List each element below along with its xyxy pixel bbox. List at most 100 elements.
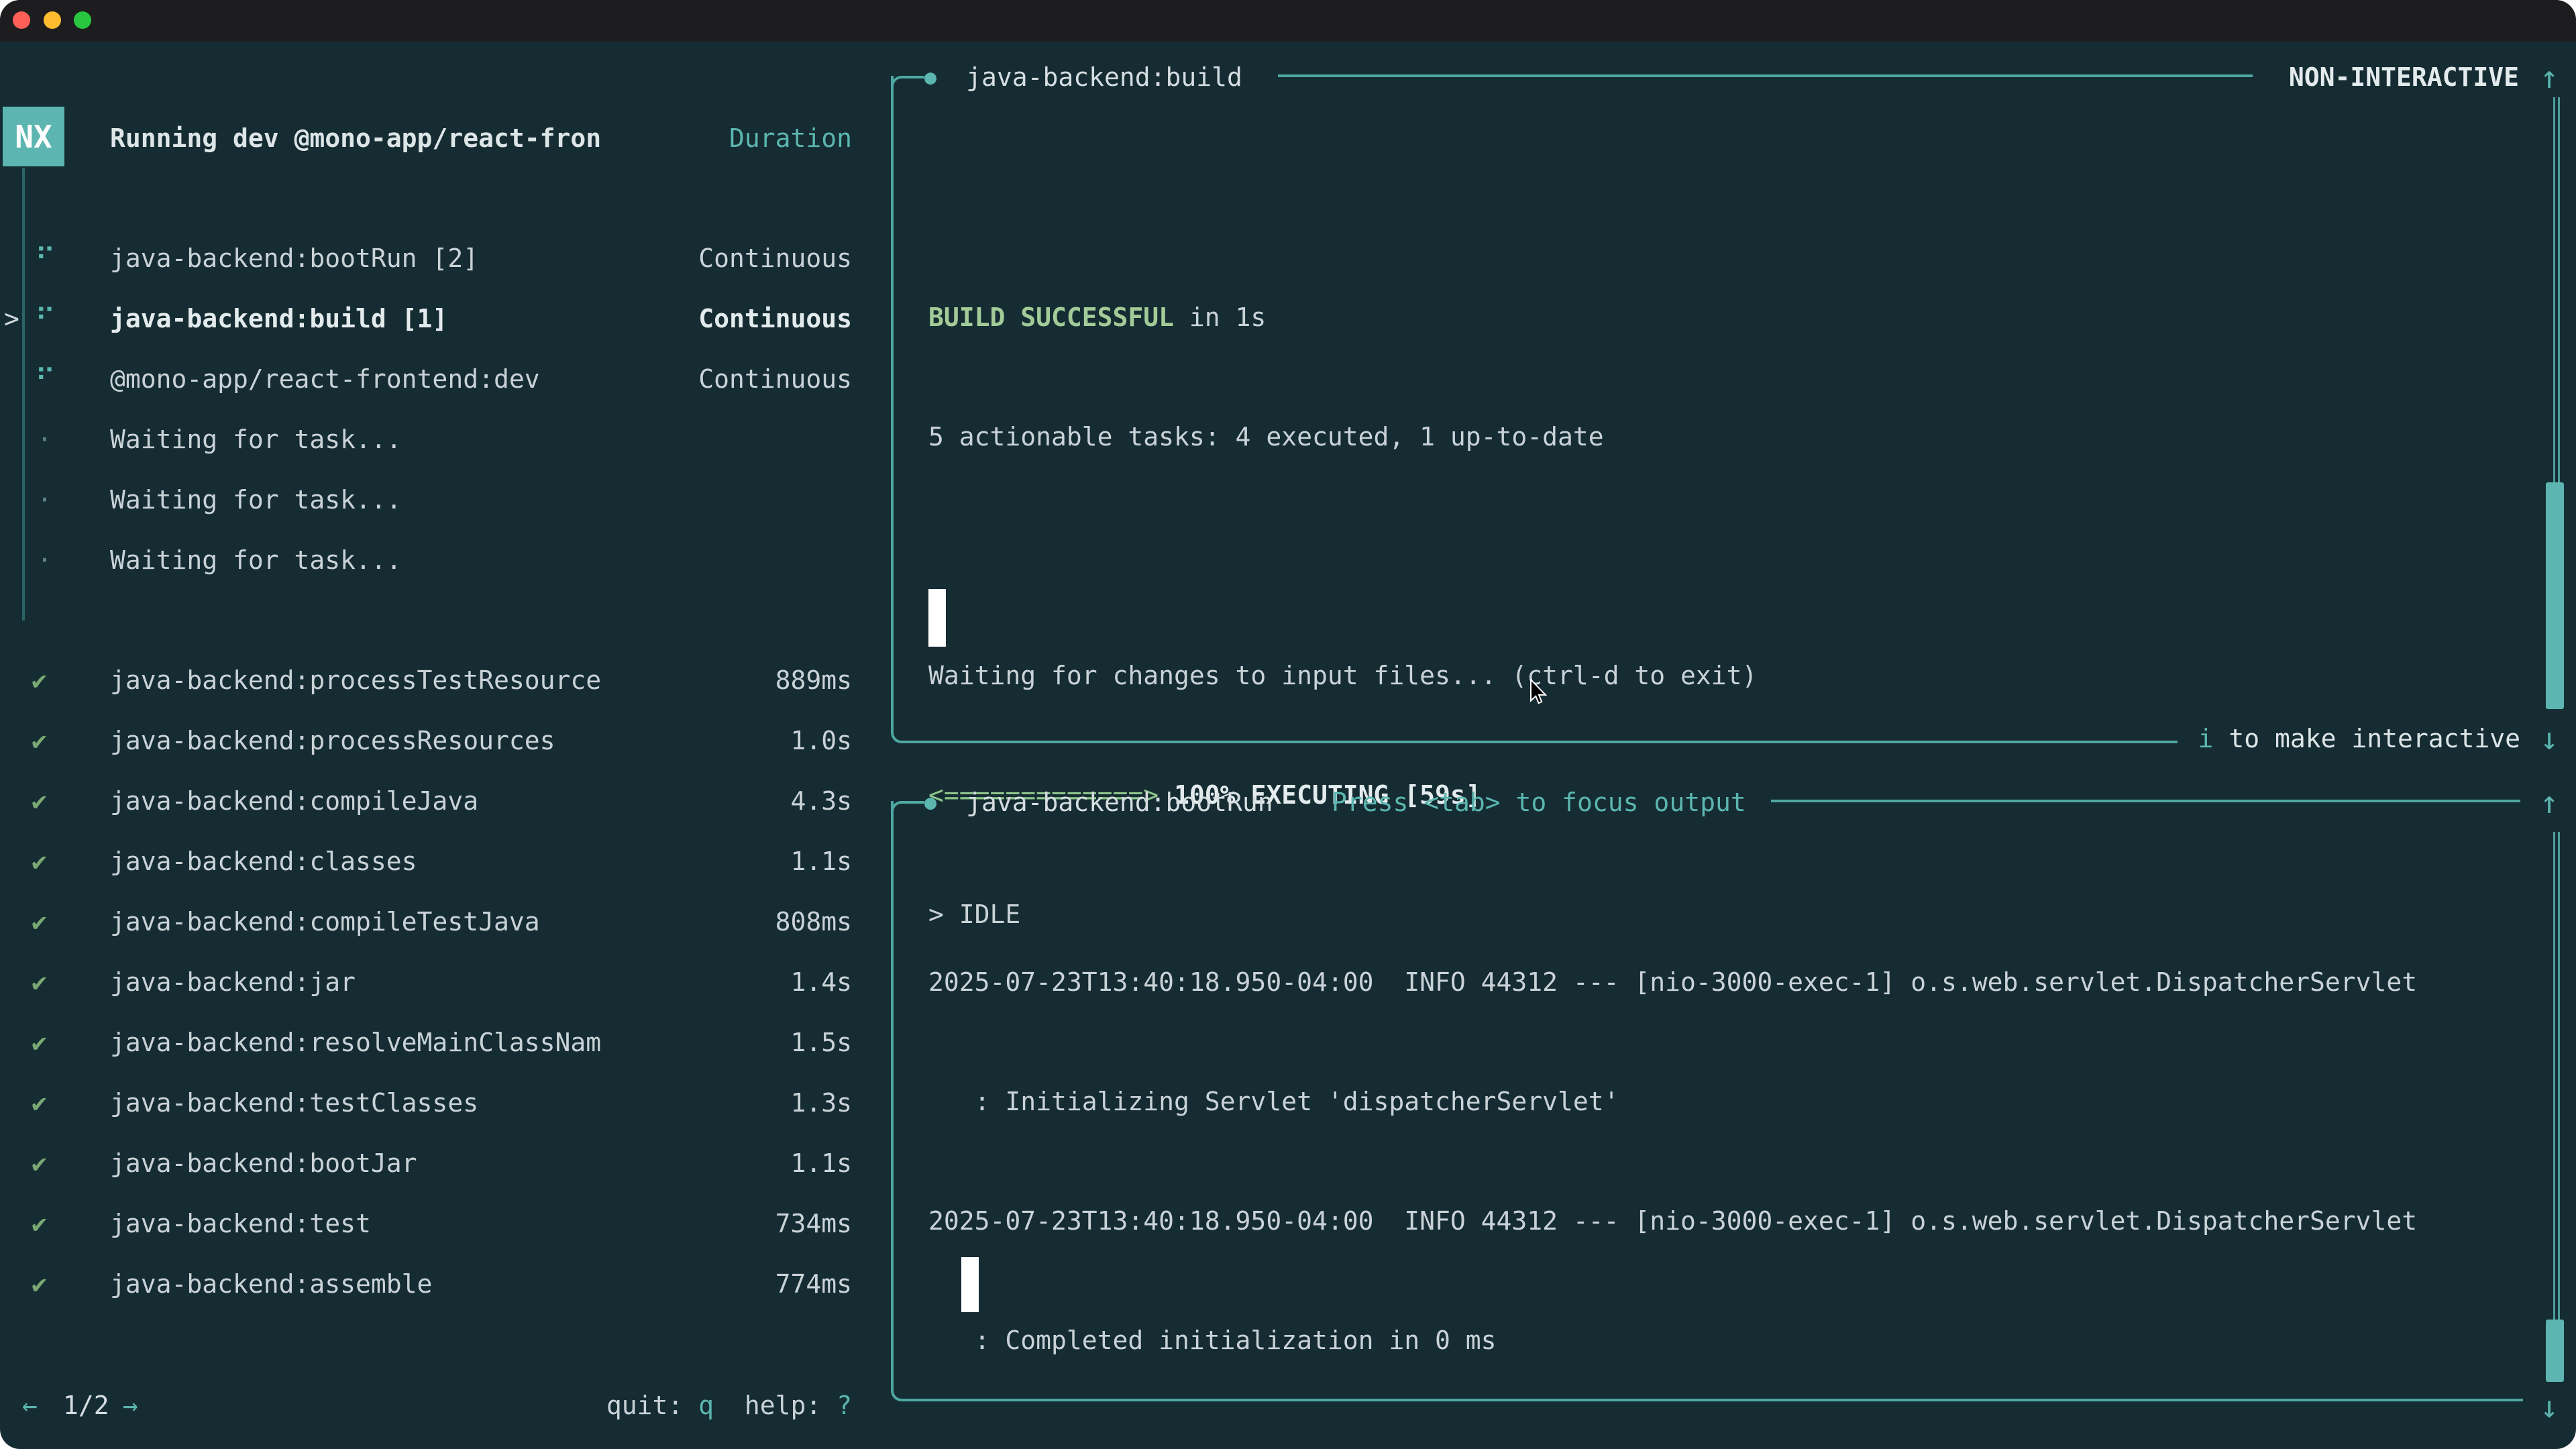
scrollbar-thumb[interactable] [2546,482,2564,709]
selection-caret-icon: > [4,304,19,333]
task-row[interactable]: ✔ java-backend:jar 1.4s [0,952,872,1012]
spinner-icon: ⠋ [35,363,56,396]
task-row[interactable]: ✔ java-backend:compileTestJava 808ms [0,892,872,952]
tasks-summary-text: 5 actionable tasks: 4 executed, 1 up-to-… [928,422,1604,451]
task-name: java-backend:compileTestJava [110,907,540,936]
progress-bar: ========== [975,1445,1128,1449]
waiting-dot-icon: · [37,425,52,454]
quit-key[interactable]: q [698,1391,714,1420]
build-panel-title: java-backend:build [966,62,1242,92]
blank-line [928,526,1757,586]
task-row[interactable]: ✔ java-backend:classes 1.1s [0,831,872,892]
task-row[interactable]: ✔ java-backend:testClasses 1.3s [0,1073,872,1133]
page-prev-icon[interactable]: ← [22,1375,38,1436]
task-row[interactable]: ✔ java-backend:assemble 774ms [0,1254,872,1314]
task-duration: 1.5s [790,1028,852,1057]
waiting-text: Waiting for changes to input files... (c… [928,661,1757,690]
task-name: java-backend:classes [110,847,417,876]
scroll-down-icon[interactable]: ↓ [2540,1377,2559,1437]
task-row[interactable]: ✔ java-backend:test 734ms [0,1193,872,1254]
bootrun-progress-line: <<<==========---> 80% EXECUTING [59s] [928,1430,2417,1449]
task-name: java-backend:resolveMainClassNam [110,1028,601,1057]
help-label: help: [745,1391,837,1420]
terminal-cursor [961,1257,979,1312]
page-indicator: 1/2 [63,1375,109,1436]
task-name: Waiting for task... [110,545,402,575]
log-line: 2025-07-23T13:40:18.950-04:00 INFO 44312… [928,952,2417,1012]
check-icon: ✔ [32,907,47,936]
scrollbar-thumb[interactable] [2546,1320,2564,1382]
task-row[interactable]: ✔ java-backend:bootJar 1.1s [0,1133,872,1193]
build-summary-line: 5 actionable tasks: 4 executed, 1 up-to-… [928,407,1757,467]
log-line: : Initializing Servlet 'dispatcherServle… [928,1071,2417,1132]
spinner-icon: ⠋ [35,303,56,335]
log-line: 2025-07-23T13:40:18.950-04:00 INFO 44312… [928,1191,2417,1251]
task-row[interactable]: ⠋ @mono-app/react-frontend:dev Continuou… [0,349,872,409]
task-duration: 1.1s [790,847,852,876]
scrollbar-track[interactable] [2553,97,2560,482]
interactive-hint: i to make interactive [2198,708,2520,769]
scroll-up-icon[interactable]: ↑ [2540,772,2559,833]
check-icon: ✔ [32,1148,47,1178]
log-line: : Completed initialization in 0 ms [928,1310,2417,1371]
nx-logo: NX [3,107,64,166]
window-titlebar [0,0,2576,42]
task-status: Continuous [698,244,852,273]
build-waiting-line: Waiting for changes to input files... (c… [928,645,1757,706]
hint-key[interactable]: i [2198,724,2214,753]
progress-left: <<< [928,1445,975,1449]
task-row[interactable]: ✔ java-backend:resolveMainClassNam 1.5s [0,1012,872,1073]
task-name: java-backend:jar [110,967,356,997]
close-window-icon[interactable] [13,11,30,29]
task-duration: 1.0s [790,726,852,755]
task-status: Continuous [698,304,852,333]
log-text: : Completed initialization in 0 ms [928,1326,1496,1355]
focus-output-hint: Press <tab> to focus output [1332,772,1746,833]
build-time-text: in 1s [1174,303,1266,332]
scrollbar-track[interactable] [2553,832,2560,1320]
task-row[interactable]: ✔ java-backend:compileJava 4.3s [0,771,872,831]
task-name: java-backend:compileJava [110,786,478,816]
task-name: java-backend:bootRun [2] [110,244,478,273]
task-row-waiting: · Waiting for task... [0,530,872,590]
hint-text: to make interactive [2213,724,2520,753]
scroll-down-icon[interactable]: ↓ [2540,708,2559,769]
task-name: java-backend:bootJar [110,1148,417,1178]
sidebar-title: Running dev @mono-app/react-fron [110,108,601,168]
task-duration: 774ms [775,1269,852,1299]
noninteractive-badge: NON-INTERACTIVE [2289,47,2519,107]
check-icon: ✔ [32,1209,47,1238]
task-duration: 1.1s [790,1148,852,1178]
progress-right: ---> [1128,1445,1189,1449]
check-icon: ✔ [32,967,47,997]
completed-task-list: ✔ java-backend:processTestResource 889ms… [0,650,872,1314]
minimize-window-icon[interactable] [44,11,61,29]
page-next-icon[interactable]: → [123,1375,138,1436]
task-name: java-backend:test [110,1209,371,1238]
help-key[interactable]: ? [837,1391,852,1420]
running-task-list: ⠋ java-backend:bootRun [2] Continuous > … [0,228,872,590]
task-row-waiting: · Waiting for task... [0,470,872,530]
task-row[interactable]: ⠋ java-backend:bootRun [2] Continuous [0,228,872,288]
zoom-window-icon[interactable] [74,11,91,29]
task-row-selected[interactable]: > ⠋ java-backend:build [1] Continuous [0,288,872,349]
waiting-dot-icon: · [37,545,52,575]
task-bullet-icon: ● [924,66,936,89]
check-icon: ✔ [32,726,47,755]
build-panel-corner [891,76,924,101]
task-name: Waiting for task... [110,425,402,454]
build-successful-text: BUILD SUCCESSFUL [928,303,1174,332]
task-row[interactable]: ✔ java-backend:processTestResource 889ms [0,650,872,710]
build-success-line: BUILD SUCCESSFUL in 1s [928,287,1757,347]
task-name: Waiting for task... [110,485,402,515]
task-row[interactable]: ✔ java-backend:processResources 1.0s [0,710,872,771]
task-name: java-backend:build [1] [110,304,447,333]
terminal-cursor [928,589,946,647]
task-name: java-backend:processTestResource [110,665,601,695]
check-icon: ✔ [32,1088,47,1118]
keyboard-hints: quit: q help: ? [606,1375,852,1436]
check-icon: ✔ [32,847,47,876]
task-name: @mono-app/react-frontend:dev [110,364,540,394]
sidebar-footer: ← 1/2 → quit: q help: ? [0,1375,872,1436]
log-text: 2025-07-23T13:40:18.950-04:00 INFO 44312… [928,967,2417,997]
